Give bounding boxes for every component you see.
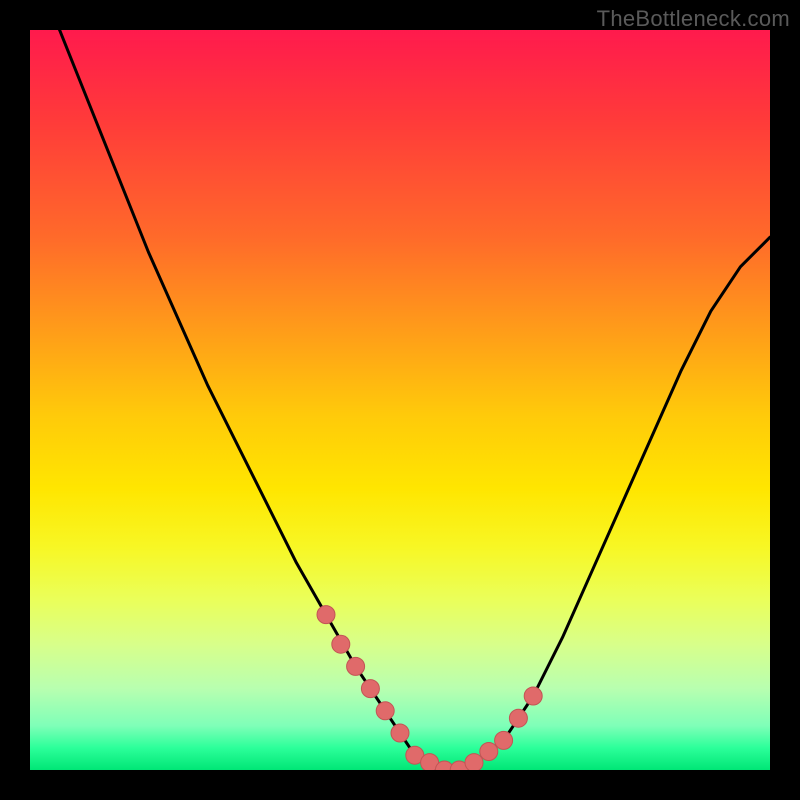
curve-marker	[376, 702, 394, 720]
plot-area	[30, 30, 770, 770]
curve-marker	[361, 680, 379, 698]
curve-marker	[480, 743, 498, 761]
curve-marker	[391, 724, 409, 742]
curve-marker	[495, 731, 513, 749]
watermark-text: TheBottleneck.com	[597, 6, 790, 32]
curve-marker	[509, 709, 527, 727]
curve-marker	[347, 657, 365, 675]
curve-marker	[524, 687, 542, 705]
chart-frame: TheBottleneck.com	[0, 0, 800, 800]
marker-group	[317, 606, 542, 770]
bottleneck-curve	[30, 30, 770, 770]
curve-marker	[332, 635, 350, 653]
curve-svg	[30, 30, 770, 770]
curve-marker	[465, 754, 483, 770]
curve-marker	[317, 606, 335, 624]
